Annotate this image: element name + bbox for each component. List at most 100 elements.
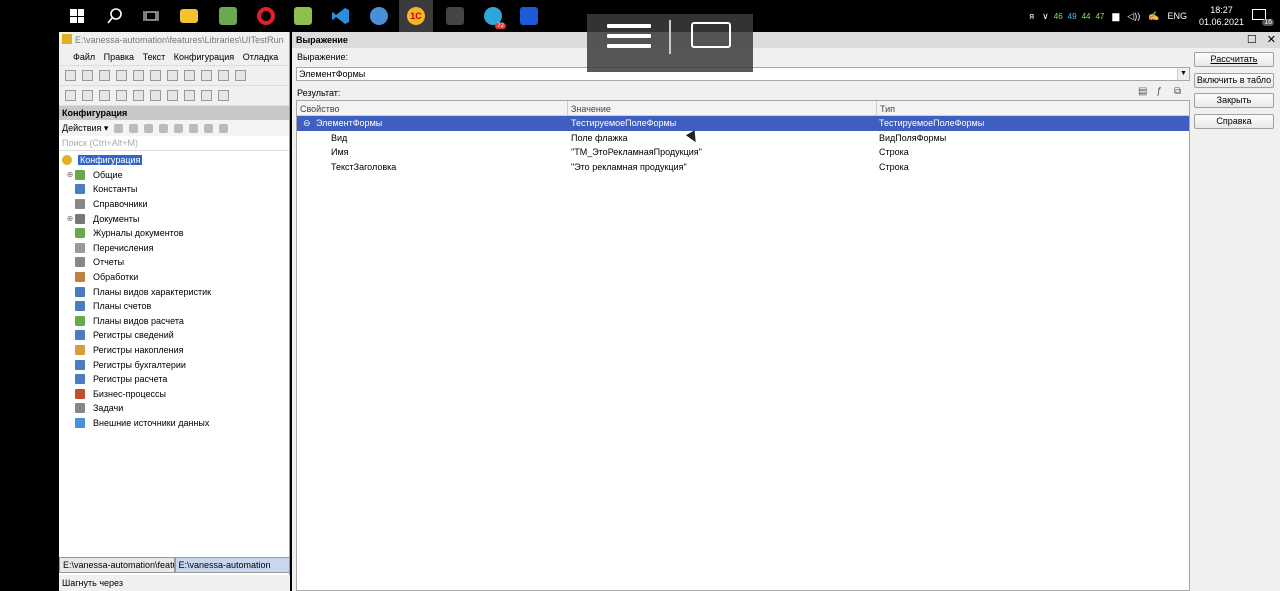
calculate-button[interactable]: Рассчитать [1194, 52, 1274, 67]
close-button[interactable]: Закрыть [1194, 93, 1274, 108]
cut-icon[interactable] [116, 70, 127, 81]
hamburger-menu-icon[interactable] [607, 24, 651, 52]
chevron-down-icon[interactable]: ▼ [1177, 68, 1189, 80]
language-indicator[interactable]: ENG [1167, 11, 1187, 21]
expand-icon[interactable]: ⊕ [65, 170, 75, 179]
table-row[interactable]: ТекстЗаголовка "Это рекламная продукция" С… [297, 160, 1189, 175]
notification-center-icon[interactable]: 16 [1252, 6, 1274, 26]
config-tool-icon[interactable] [65, 90, 76, 101]
collapse-icon[interactable]: ⊖ [303, 118, 311, 129]
chevron-up-icon[interactable]: ∨ [1042, 11, 1049, 22]
copy-item-icon[interactable] [144, 123, 154, 133]
edit-icon[interactable] [129, 123, 139, 133]
globe-icon[interactable] [150, 90, 161, 101]
tree-item[interactable]: Бизнес-процессы [59, 387, 289, 402]
add-icon[interactable] [114, 123, 124, 133]
tree-item[interactable]: ⊕ Документы [59, 211, 289, 226]
move-up-icon[interactable] [174, 123, 184, 133]
column-property[interactable]: Свойство [300, 104, 340, 114]
pen-icon[interactable]: ✍ [1148, 11, 1159, 22]
tree-item[interactable]: Регистры сведений [59, 328, 289, 343]
app-blue-icon[interactable] [368, 5, 390, 27]
tree-item[interactable]: Перечисления [59, 241, 289, 256]
tree-item[interactable]: Планы видов характеристик [59, 284, 289, 299]
volume-icon[interactable]: ◁)) [1127, 11, 1140, 22]
help-button[interactable]: Справка [1194, 113, 1274, 129]
table-row[interactable]: Имя "ТМ_ЭтоРекламнаяПродукция" Строка [297, 145, 1189, 160]
menu-configuration[interactable]: Конфигурация [174, 52, 234, 62]
expand-icon[interactable]: ⊕ [65, 214, 75, 223]
menu-file[interactable]: Файл [73, 52, 95, 62]
run-icon[interactable] [133, 90, 144, 101]
notepad-icon[interactable] [292, 5, 314, 27]
window-tab-2[interactable]: E:\vanessa-automation [174, 557, 290, 573]
delete-icon[interactable] [159, 123, 169, 133]
task-view-icon[interactable] [140, 5, 162, 27]
undo-icon[interactable] [201, 70, 212, 81]
tree-item[interactable]: Журналы документов [59, 226, 289, 241]
tree-item[interactable]: Отчеты [59, 255, 289, 270]
tree-item[interactable]: Обработки [59, 270, 289, 285]
table-icon[interactable] [116, 90, 127, 101]
menu-text[interactable]: Текст [143, 52, 166, 62]
opera-icon[interactable] [255, 5, 277, 27]
db-icon[interactable] [99, 90, 110, 101]
table-row[interactable]: ⊖ ЭлементФормы ТестируемоеПолеФормы Тестиру… [297, 116, 1189, 131]
sort-icon[interactable] [204, 123, 214, 133]
tree-item[interactable]: Конфигурация [59, 153, 289, 168]
new-icon[interactable] [65, 70, 76, 81]
paste-icon[interactable] [150, 70, 161, 81]
menu-debug[interactable]: Отладка [243, 52, 279, 62]
tree-item[interactable]: Задачи [59, 401, 289, 416]
app-grid-icon[interactable] [518, 5, 540, 27]
tree-item[interactable]: Планы видов расчета [59, 314, 289, 329]
vscode-icon[interactable] [330, 5, 352, 27]
app-green-icon[interactable] [217, 5, 239, 27]
print-icon[interactable] [167, 70, 178, 81]
tree-item[interactable]: Регистры бухгалтерии [59, 357, 289, 372]
find-icon[interactable] [235, 70, 246, 81]
move-down-icon[interactable] [189, 123, 199, 133]
column-type[interactable]: Тип [880, 104, 895, 114]
tree-item[interactable]: ⊕ Общие [59, 168, 289, 183]
menu-edit[interactable]: Правка [104, 52, 134, 62]
open-icon[interactable] [82, 70, 93, 81]
column-value[interactable]: Значение [571, 104, 611, 114]
actions-menu[interactable]: Действия ▾ [62, 123, 108, 134]
comment-icon[interactable] [201, 90, 212, 101]
maximize-icon[interactable]: ☐ [1247, 33, 1257, 46]
compare-icon[interactable] [167, 90, 178, 101]
1c-icon[interactable]: 1C [399, 0, 433, 32]
language-bar-icon[interactable]: ᴙ [1029, 11, 1034, 21]
copy-result-icon[interactable]: ⧉ [1174, 86, 1186, 98]
tree-item[interactable]: Регистры расчета [59, 372, 289, 387]
clock[interactable]: 18:27 01.06.2021 [1199, 4, 1244, 28]
tree-item[interactable]: Планы счетов [59, 299, 289, 314]
tree-item[interactable]: Справочники [59, 197, 289, 212]
app-pen-icon[interactable] [444, 5, 466, 27]
close-icon[interactable]: ✕ [1267, 33, 1276, 46]
windows-start-icon[interactable] [66, 5, 88, 27]
table-row[interactable]: Вид Поле флажка ВидПоляФормы [297, 131, 1189, 146]
network-icon[interactable]: ▆ [1112, 11, 1119, 22]
module-icon[interactable] [82, 90, 93, 101]
merge-icon[interactable] [184, 90, 195, 101]
function-icon[interactable]: ƒ [1156, 86, 1168, 98]
keyboard-icon[interactable] [691, 22, 731, 48]
tree-search-input[interactable]: Поиск (Ctrl+Alt+M) [59, 136, 289, 151]
filter-icon[interactable] [219, 123, 229, 133]
search-icon[interactable] [104, 5, 126, 27]
tree-item[interactable]: Регистры накопления [59, 343, 289, 358]
save-icon[interactable] [99, 70, 110, 81]
telegram-icon[interactable]: 72 [482, 5, 506, 29]
file-explorer-icon[interactable] [178, 5, 200, 27]
preview-icon[interactable] [184, 70, 195, 81]
table-view-icon[interactable]: ▤ [1138, 86, 1150, 98]
add-to-table-button[interactable]: Включить в табло [1194, 72, 1274, 88]
window-tab-1[interactable]: E:\vanessa-automation\featur... [59, 557, 175, 573]
redo-icon[interactable] [218, 70, 229, 81]
copy-icon[interactable] [133, 70, 144, 81]
tree-item[interactable]: Внешние источники данных [59, 416, 289, 431]
tree-item[interactable]: Константы [59, 182, 289, 197]
uncomment-icon[interactable] [218, 90, 229, 101]
